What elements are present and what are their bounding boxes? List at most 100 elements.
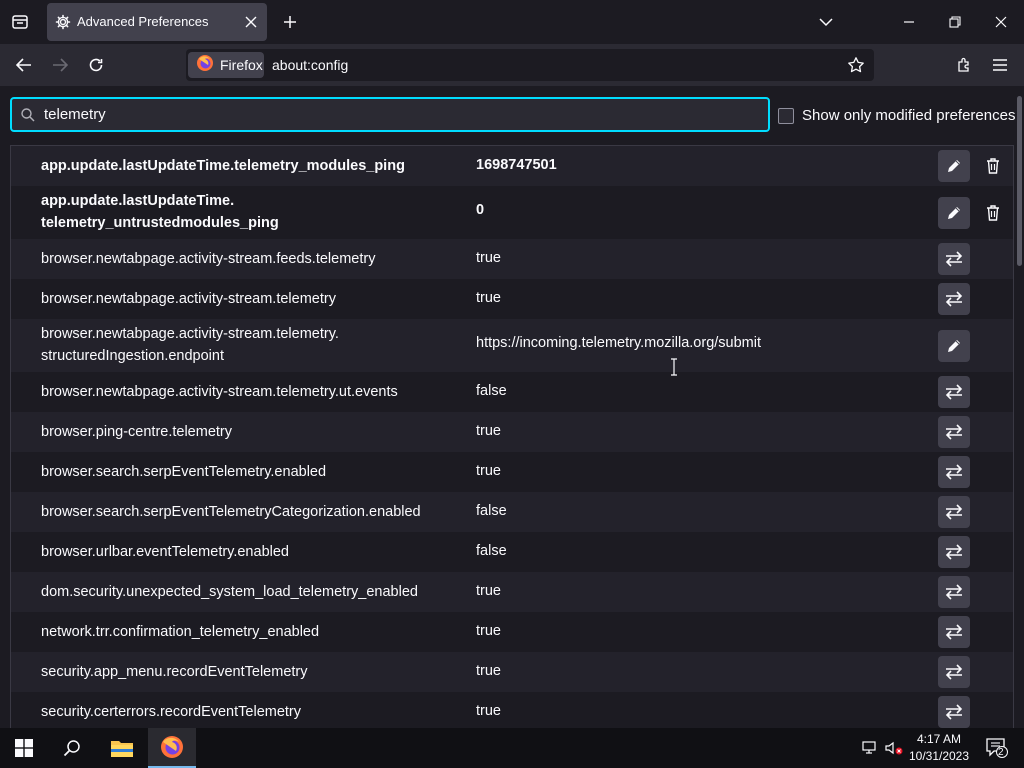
toggle-arrows-icon[interactable] xyxy=(938,243,970,275)
pref-name: browser.newtabpage.activity-stream.telem… xyxy=(41,323,339,367)
toggle-arrows-icon[interactable] xyxy=(938,416,970,448)
edit-pencil-icon[interactable] xyxy=(938,329,970,362)
pref-name-line: browser.search.serpEventTelemetryCategor… xyxy=(41,504,421,520)
toggle-arrows-icon[interactable] xyxy=(938,696,970,728)
back-arrow-icon[interactable] xyxy=(10,51,38,79)
pref-row[interactable]: security.app_menu.recordEventTelemetry tr… xyxy=(11,652,1013,692)
navigation-toolbar: Firefox about:config xyxy=(0,44,1024,86)
pref-value: true xyxy=(476,463,501,479)
pref-value: true xyxy=(476,290,501,306)
pref-row[interactable]: browser.search.serpEventTelemetryCategor… xyxy=(11,492,1013,532)
show-modified-checkbox[interactable] xyxy=(778,107,794,124)
pref-value: https://incoming.telemetry.mozilla.org/s… xyxy=(476,335,762,351)
toggle-arrows-icon[interactable] xyxy=(938,496,970,528)
clock-time: 4:17 AM xyxy=(916,732,962,746)
edit-pencil-icon[interactable] xyxy=(938,150,970,182)
pref-row[interactable]: app.update.lastUpdateTime. telemetry_untr… xyxy=(11,186,1013,239)
scrollbar-thumb[interactable] xyxy=(1017,96,1022,266)
pref-name-line: dom.security.unexpected_system_load_tele… xyxy=(41,584,418,600)
pref-row[interactable]: network.trr.confirmation_telemetry_enabl… xyxy=(11,612,1013,652)
volume-muted-icon[interactable] xyxy=(884,728,904,768)
url-bar[interactable]: Firefox about:config xyxy=(186,49,874,81)
pref-row[interactable]: dom.security.unexpected_system_load_tele… xyxy=(11,572,1013,612)
forward-arrow-icon[interactable] xyxy=(46,51,74,79)
about-config-page: Show only modified preferences app.updat… xyxy=(0,86,1024,732)
pref-name: browser.urlbar.eventTelemetry.enabled xyxy=(41,541,289,563)
pref-value: false xyxy=(476,503,507,519)
firefox-logo-icon xyxy=(196,54,214,76)
pref-value: true xyxy=(476,663,501,679)
pref-row[interactable]: browser.newtabpage.activity-stream.telem… xyxy=(11,319,1013,372)
tab-strip: Advanced Preferences xyxy=(0,0,1024,44)
toggle-arrows-icon[interactable] xyxy=(938,576,970,608)
pref-name-line: structuredIngestion.endpoint xyxy=(41,348,224,364)
pref-name: browser.search.serpEventTelemetryCategor… xyxy=(41,501,421,523)
pref-name: browser.newtabpage.activity-stream.telem… xyxy=(41,288,336,310)
notification-count: 2 xyxy=(998,747,1004,758)
pref-row[interactable]: app.update.lastUpdateTime.telemetry_modu… xyxy=(11,146,1013,186)
bookmark-star-icon[interactable] xyxy=(846,55,866,75)
delete-trash-icon[interactable] xyxy=(978,197,1008,229)
search-field[interactable] xyxy=(10,97,770,132)
reload-icon[interactable] xyxy=(82,51,110,79)
pref-name: security.certerrors.recordEventTelemetry xyxy=(41,701,301,723)
pref-row[interactable]: browser.newtabpage.activity-stream.feeds… xyxy=(11,239,1013,279)
pref-name-line: app.update.lastUpdateTime.telemetry_modu… xyxy=(41,158,405,174)
tab-title: Advanced Preferences xyxy=(77,14,209,29)
url-text[interactable]: about:config xyxy=(272,57,348,73)
notifications-icon[interactable]: 2 xyxy=(978,728,1016,768)
pref-name: browser.newtabpage.activity-stream.telem… xyxy=(41,381,398,403)
minimize-button[interactable] xyxy=(886,0,932,44)
list-all-tabs-icon[interactable] xyxy=(812,8,840,36)
delete-trash-icon[interactable] xyxy=(978,150,1008,182)
toggle-arrows-icon[interactable] xyxy=(938,656,970,688)
search-input[interactable] xyxy=(44,99,744,130)
identity-box[interactable]: Firefox xyxy=(188,52,264,78)
pref-name-line: security.app_menu.recordEventTelemetry xyxy=(41,664,308,680)
taskbar-search-icon[interactable] xyxy=(48,728,96,768)
pref-row[interactable]: security.certerrors.recordEventTelemetry… xyxy=(11,692,1013,732)
system-clock[interactable]: 4:17 AM 10/31/2023 xyxy=(906,731,972,765)
toggle-arrows-icon[interactable] xyxy=(938,616,970,648)
show-modified-toggle[interactable]: Show only modified preferences xyxy=(778,107,1015,124)
start-button[interactable] xyxy=(0,728,48,768)
toggle-arrows-icon[interactable] xyxy=(938,283,970,315)
close-window-button[interactable] xyxy=(978,0,1024,44)
pref-row[interactable]: browser.newtabpage.activity-stream.telem… xyxy=(11,279,1013,319)
pref-row[interactable]: browser.newtabpage.activity-stream.telem… xyxy=(11,372,1013,412)
toggle-arrows-icon[interactable] xyxy=(938,376,970,408)
toggle-arrows-icon[interactable] xyxy=(938,536,970,568)
pref-name-line: network.trr.confirmation_telemetry_enabl… xyxy=(41,624,320,640)
pref-name-line: app.update.lastUpdateTime. xyxy=(41,193,235,209)
edit-pencil-icon[interactable] xyxy=(938,196,970,229)
pref-name: browser.newtabpage.activity-stream.feeds… xyxy=(41,248,375,270)
pref-row[interactable]: browser.ping-centre.telemetry true xyxy=(11,412,1013,452)
preferences-table: app.update.lastUpdateTime.telemetry_modu… xyxy=(10,145,1014,732)
show-modified-label: Show only modified preferences xyxy=(802,107,1016,124)
pref-name-line: browser.newtabpage.activity-stream.telem… xyxy=(41,384,398,400)
taskbar-firefox-icon[interactable] xyxy=(148,728,196,768)
pref-row[interactable]: browser.urlbar.eventTelemetry.enabled fal… xyxy=(11,532,1013,572)
tab-advanced-preferences[interactable]: Advanced Preferences xyxy=(47,3,267,41)
pref-name: browser.search.serpEventTelemetry.enable… xyxy=(41,461,326,483)
pref-value: false xyxy=(476,543,507,559)
new-tab-button[interactable] xyxy=(276,8,304,36)
pref-name-line: browser.newtabpage.activity-stream.telem… xyxy=(41,326,339,342)
firefox-view-icon[interactable] xyxy=(6,8,34,36)
pref-value: false xyxy=(476,383,507,399)
extensions-icon[interactable] xyxy=(950,51,978,79)
hamburger-menu-icon[interactable] xyxy=(986,51,1014,79)
clock-date: 10/31/2023 xyxy=(908,749,970,763)
close-tab-icon[interactable] xyxy=(243,14,259,30)
pref-name-line: telemetry_untrustedmodules_ping xyxy=(41,215,279,231)
file-explorer-icon[interactable] xyxy=(98,728,146,768)
restore-button[interactable] xyxy=(932,0,978,44)
pref-value: true xyxy=(476,423,501,439)
toggle-arrows-icon[interactable] xyxy=(938,456,970,488)
pref-name-line: browser.search.serpEventTelemetry.enable… xyxy=(41,464,327,480)
pref-name-line: browser.urlbar.eventTelemetry.enabled xyxy=(41,544,289,560)
pref-row[interactable]: browser.search.serpEventTelemetry.enable… xyxy=(11,452,1013,492)
network-icon[interactable] xyxy=(860,728,880,768)
pref-name-line: browser.newtabpage.activity-stream.telem… xyxy=(41,291,336,307)
gear-icon xyxy=(55,14,71,30)
